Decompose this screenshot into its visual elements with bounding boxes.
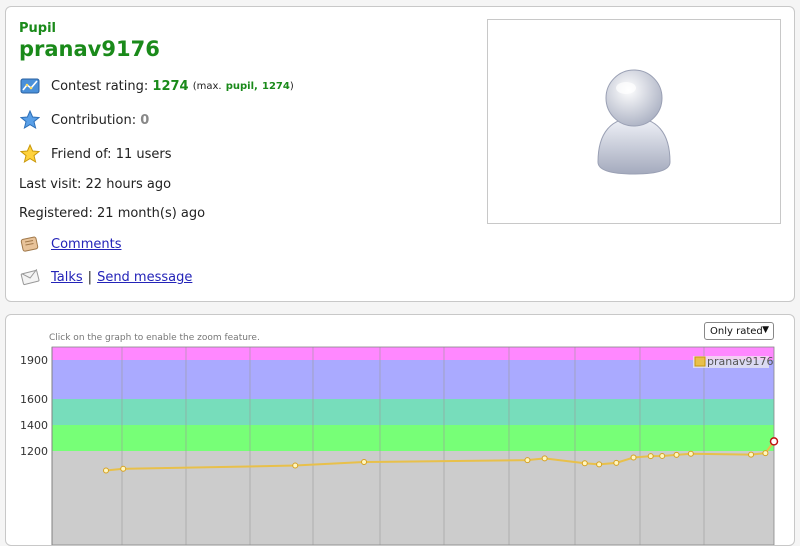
send-message-link[interactable]: Send message (97, 270, 192, 285)
last-visit-value: 22 hours ago (85, 177, 172, 192)
last-visit-row: Last visit: 22 hours ago (19, 177, 171, 192)
rating-max-value: 1274 (261, 80, 290, 92)
rating-band-3 (52, 425, 774, 451)
talks-link[interactable]: Talks (51, 270, 83, 285)
data-point-5 (541, 455, 548, 462)
data-point-7 (596, 461, 603, 468)
avatar (487, 19, 781, 224)
blue-star-icon (19, 109, 41, 131)
rating-band-4 (52, 451, 774, 545)
talks-row: Talks | Send message (19, 266, 192, 288)
y-tick-label-1: 1400 (20, 419, 48, 432)
data-point-1 (120, 465, 127, 472)
friend-of-label: Friend of: (51, 146, 112, 162)
gold-star-icon (19, 143, 41, 165)
registered-row: Registered: 21 month(s) ago (19, 206, 205, 221)
data-point-8 (613, 459, 620, 466)
data-point-13 (687, 450, 694, 457)
y-tick-label-0: 1200 (20, 445, 48, 458)
y-tick-label-2: 1600 (20, 393, 48, 406)
comments-icon (19, 233, 41, 255)
profile-card: Pupil pranav9176 Contest rating: 1274 (m… (5, 6, 795, 302)
rating-chart[interactable]: 1200 1400 1600 1900 pranav9176 (6, 315, 794, 545)
contribution-value: 0 (140, 112, 150, 128)
data-point-16 (769, 437, 779, 446)
comments-link[interactable]: Comments (51, 237, 121, 252)
rating-band-1 (52, 360, 774, 399)
friend-of-value: 11 users (115, 146, 172, 162)
y-tick-label-3: 1900 (20, 354, 48, 367)
envelope-icon (19, 266, 41, 288)
data-point-12 (673, 451, 680, 458)
data-point-15 (762, 450, 769, 457)
link-separator: | (87, 269, 93, 285)
registered-label: Registered: (19, 206, 93, 221)
user-rank: Pupil (19, 21, 57, 36)
data-point-9 (630, 454, 637, 461)
data-point-0 (103, 467, 109, 474)
rating-max-close: ) (289, 80, 294, 92)
comments-row: Comments (19, 233, 121, 255)
friend-of-row: Friend of: 11 users (19, 143, 172, 165)
rating-max-rank: pupil, (225, 80, 258, 92)
user-silhouette-icon (597, 69, 671, 175)
contest-rating-value: 1274 (152, 78, 189, 94)
contribution-row: Contribution: 0 (19, 109, 149, 131)
contribution-label: Contribution: (51, 112, 137, 128)
data-point-2 (292, 462, 299, 469)
rating-band-2 (52, 399, 774, 425)
rating-chart-card: Click on the graph to enable the zoom fe… (5, 314, 795, 546)
data-point-11 (659, 452, 666, 459)
last-visit-label: Last visit: (19, 177, 82, 192)
contest-rating-label: Contest rating: (51, 78, 149, 94)
legend-swatch (694, 356, 706, 367)
data-point-6 (581, 460, 588, 467)
registered-value: 21 month(s) ago (97, 206, 206, 221)
rating-band-0 (52, 347, 774, 360)
legend-label: pranav9176 (707, 355, 773, 368)
data-point-10 (647, 453, 654, 460)
data-point-14 (748, 451, 755, 458)
contest-rating-row: Contest rating: 1274 (max. pupil, 1274 ) (19, 75, 294, 97)
data-point-3 (361, 459, 368, 466)
data-point-4 (524, 457, 531, 464)
rating-max-open: (max. (192, 80, 222, 92)
user-handle[interactable]: pranav9176 (19, 37, 160, 61)
rating-chart-icon (19, 75, 41, 97)
